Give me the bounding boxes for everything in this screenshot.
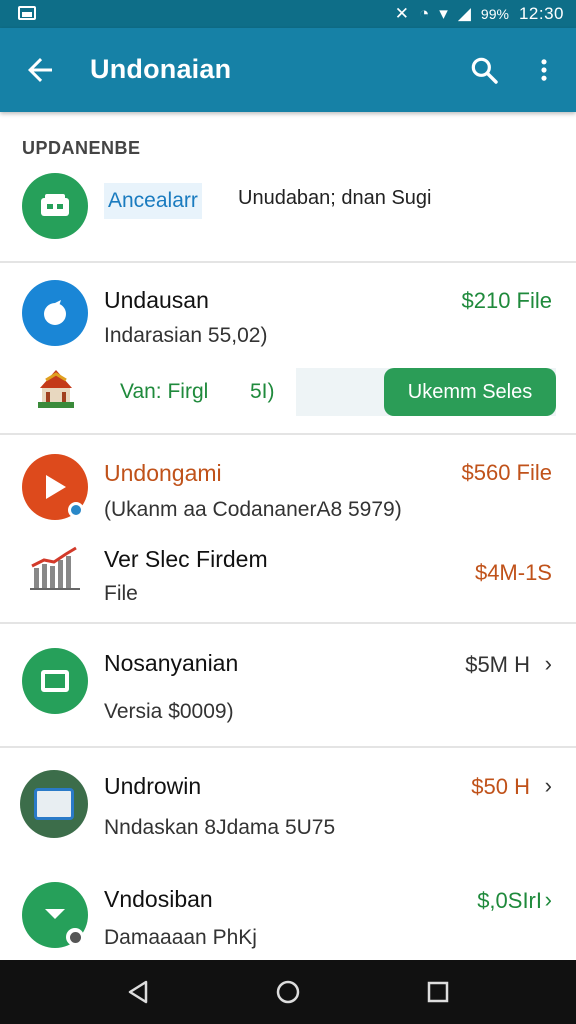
app-bar: Undonaian <box>0 28 576 112</box>
notification-image-icon <box>18 6 36 20</box>
item-price: $210 File <box>461 288 552 313</box>
item-subtitle: Damaaaan PhKj <box>104 926 257 949</box>
item-subtitle: Indarasian 55,02) <box>104 324 268 347</box>
battery-percent: 99% <box>480 6 509 22</box>
clock-time: 12:30 <box>518 4 564 23</box>
featured-subtitle: Unudaban; dnan Sugi <box>238 187 432 209</box>
item-title: Undongami <box>104 460 222 486</box>
item-subtitle: Nndaskan 8Jdama 5U75 <box>104 816 336 839</box>
item-price: $50 H <box>471 774 530 799</box>
item-subtitle: (Ukanm aa CodananerA8 5979) <box>104 498 402 521</box>
back-arrow-icon[interactable] <box>22 52 58 88</box>
more-vert-icon[interactable] <box>530 52 558 88</box>
temple-icon <box>38 370 74 408</box>
chevron-right-icon[interactable]: › <box>545 773 552 799</box>
app-blue-icon <box>22 280 88 346</box>
divider <box>0 746 576 748</box>
status-bar: ✕ ◔ ▾ ◢ 99% 12:30 <box>0 0 576 28</box>
divider <box>0 261 576 263</box>
search-icon[interactable] <box>468 54 500 86</box>
chevron-right-icon[interactable]: › <box>545 651 552 677</box>
item-title: Undausan <box>104 287 209 313</box>
sub-row-label: Van: Firgl <box>120 380 209 403</box>
item-title: Ver Slec Firdem <box>104 546 268 572</box>
bar-chart-icon <box>30 546 80 590</box>
alarm-icon: ◔ <box>419 4 430 23</box>
item-subtitle: Versia $0009) <box>104 700 234 723</box>
chevron-right-icon[interactable]: › <box>545 887 552 913</box>
navigation-bar <box>0 960 576 1024</box>
item-price: $4M-1S <box>474 560 552 585</box>
square-app-icon <box>22 648 88 714</box>
photo-app-icon <box>20 770 88 838</box>
item-subtitle: File <box>104 582 138 605</box>
item-title: Vndosiban <box>104 886 213 912</box>
item-title: Nosanyanian <box>104 650 239 676</box>
sub-row-count: 5I) <box>250 380 275 403</box>
signal-icon: ◢ <box>457 4 471 23</box>
store-icon <box>22 173 88 239</box>
item-price: $560 File <box>461 460 552 485</box>
back-nav-icon[interactable] <box>120 974 156 1010</box>
mute-icon: ✕ <box>394 4 410 23</box>
wifi-icon: ▾ <box>439 4 448 23</box>
badge-icon <box>68 502 84 518</box>
featured-tag[interactable]: Ancealarr <box>104 183 202 219</box>
action-button[interactable]: Ukemm Seles <box>384 368 556 416</box>
item-title: Undrowin <box>104 773 202 799</box>
item-price: $,0SIrI <box>477 888 542 913</box>
recents-nav-icon[interactable] <box>420 974 456 1010</box>
badge-icon <box>66 928 84 946</box>
item-price: $5M H <box>465 652 530 677</box>
app-title: Undonaian <box>90 54 232 84</box>
featured-row[interactable]: Ancealarr Unudaban; dnan Sugi <box>0 165 576 261</box>
divider <box>0 622 576 624</box>
home-nav-icon[interactable] <box>270 974 306 1010</box>
section-header: UPDANENBE <box>22 138 141 158</box>
divider <box>0 433 576 435</box>
